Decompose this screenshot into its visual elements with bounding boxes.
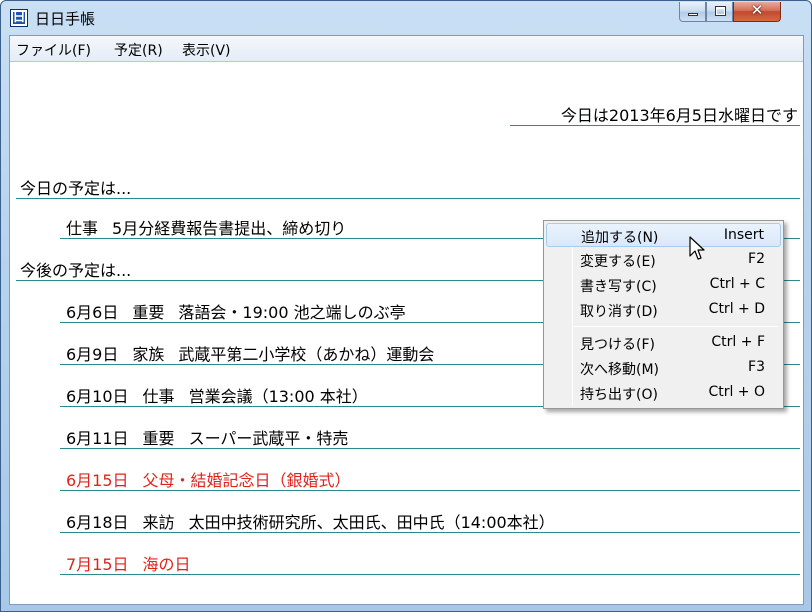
menu-item-shortcut: F3 <box>748 359 765 375</box>
entry-category: 来訪 <box>142 513 175 532</box>
entry-date: 6月11日 <box>66 429 129 448</box>
entry-text: 武蔵平第二小学校（あかね）運動会 <box>178 345 435 364</box>
menu-item-label: 持ち出す(O) <box>580 387 658 403</box>
entry-category: 海の日 <box>142 555 191 574</box>
entry-category: 重要 <box>142 429 175 448</box>
context-menu-edit[interactable]: 変更する(E) F2 <box>546 248 781 272</box>
menu-item-shortcut: Ctrl + F <box>711 334 765 350</box>
context-menu-find[interactable]: 見つける(F) Ctrl + F <box>546 331 781 355</box>
menu-item-shortcut: Insert <box>723 227 764 243</box>
title-bar[interactable]: 日 日日手帳 ✕ <box>1 1 811 35</box>
menu-item-shortcut: Ctrl + C <box>709 276 765 292</box>
upcoming-entry-holiday[interactable]: 7月15日 海の日 <box>60 551 800 575</box>
close-button[interactable]: ✕ <box>733 1 781 22</box>
context-menu-export[interactable]: 持ち出す(O) Ctrl + O <box>546 381 781 405</box>
context-menu: 追加する(N) Insert 変更する(E) F2 書き写す(C) Ctrl +… <box>543 220 784 409</box>
menu-item-label: 変更する(E) <box>580 254 656 270</box>
minimize-button[interactable] <box>679 2 706 22</box>
context-menu-find-next[interactable]: 次へ移動(M) F3 <box>546 356 781 380</box>
menu-schedule[interactable]: 予定(R) <box>114 40 163 60</box>
entry-text: 5月分経費報告書提出、締め切り <box>112 219 347 238</box>
maximize-icon <box>715 6 726 16</box>
entry-text: スーパー武蔵平・特売 <box>188 429 349 448</box>
menu-item-label: 取り消す(D) <box>580 304 658 320</box>
menu-item-shortcut: Ctrl + D <box>708 301 765 317</box>
context-menu-delete[interactable]: 取り消す(D) Ctrl + D <box>546 298 781 322</box>
menu-item-label: 見つける(F) <box>580 337 655 353</box>
entry-date: 6月10日 <box>66 387 129 406</box>
close-icon: ✕ <box>750 1 764 19</box>
menu-item-label: 書き写す(C) <box>580 279 657 295</box>
entry-date: 6月15日 <box>66 471 129 490</box>
upcoming-entry[interactable]: 6月11日 重要 スーパー武蔵平・特売 <box>60 425 800 449</box>
window-title: 日日手帳 <box>35 10 96 28</box>
entry-category: 重要 <box>132 303 165 322</box>
entry-text: 営業会議（13:00 本社） <box>188 387 368 406</box>
entry-category: 仕事 <box>66 219 99 238</box>
entry-date: 6月9日 <box>66 345 119 364</box>
today-heading: 今日の予定は... <box>16 175 800 199</box>
menu-file[interactable]: ファイル(F) <box>16 40 91 60</box>
entry-category: 家族 <box>132 345 165 364</box>
upcoming-entry[interactable]: 6月18日 来訪 太田中技術研究所、太田氏、田中氏（14:00本社） <box>60 509 800 533</box>
context-menu-add[interactable]: 追加する(N) Insert <box>546 223 781 247</box>
menu-item-label: 次へ移動(M) <box>580 362 660 378</box>
menu-view[interactable]: 表示(V) <box>182 40 231 60</box>
menu-separator <box>574 326 778 327</box>
context-menu-copy[interactable]: 書き写す(C) Ctrl + C <box>546 273 781 297</box>
upcoming-entry-holiday[interactable]: 6月15日 父母・結婚記念日（銀婚式） <box>60 467 800 491</box>
menu-item-label: 追加する(N) <box>581 230 659 246</box>
mouse-cursor-icon <box>689 236 705 260</box>
menu-item-shortcut: Ctrl + O <box>708 384 765 400</box>
today-date-line: 今日は2013年6月5日水曜日です <box>510 102 800 126</box>
entry-text: 落語会・19:00 池之端しのぶ亭 <box>178 303 406 322</box>
entry-date: 7月15日 <box>66 555 129 574</box>
menu-item-shortcut: F2 <box>748 251 765 267</box>
menu-bar: ファイル(F) 予定(R) 表示(V) <box>10 36 803 62</box>
entry-text: 太田中技術研究所、太田氏、田中氏（14:00本社） <box>188 513 555 532</box>
entry-category: 父母・結婚記念日（銀婚式） <box>142 471 351 490</box>
entry-date: 6月18日 <box>66 513 129 532</box>
maximize-button[interactable] <box>706 2 733 22</box>
entry-category: 仕事 <box>142 387 175 406</box>
entry-date: 6月6日 <box>66 303 119 322</box>
minimize-icon <box>688 13 698 16</box>
app-icon[interactable]: 日 <box>10 9 28 27</box>
